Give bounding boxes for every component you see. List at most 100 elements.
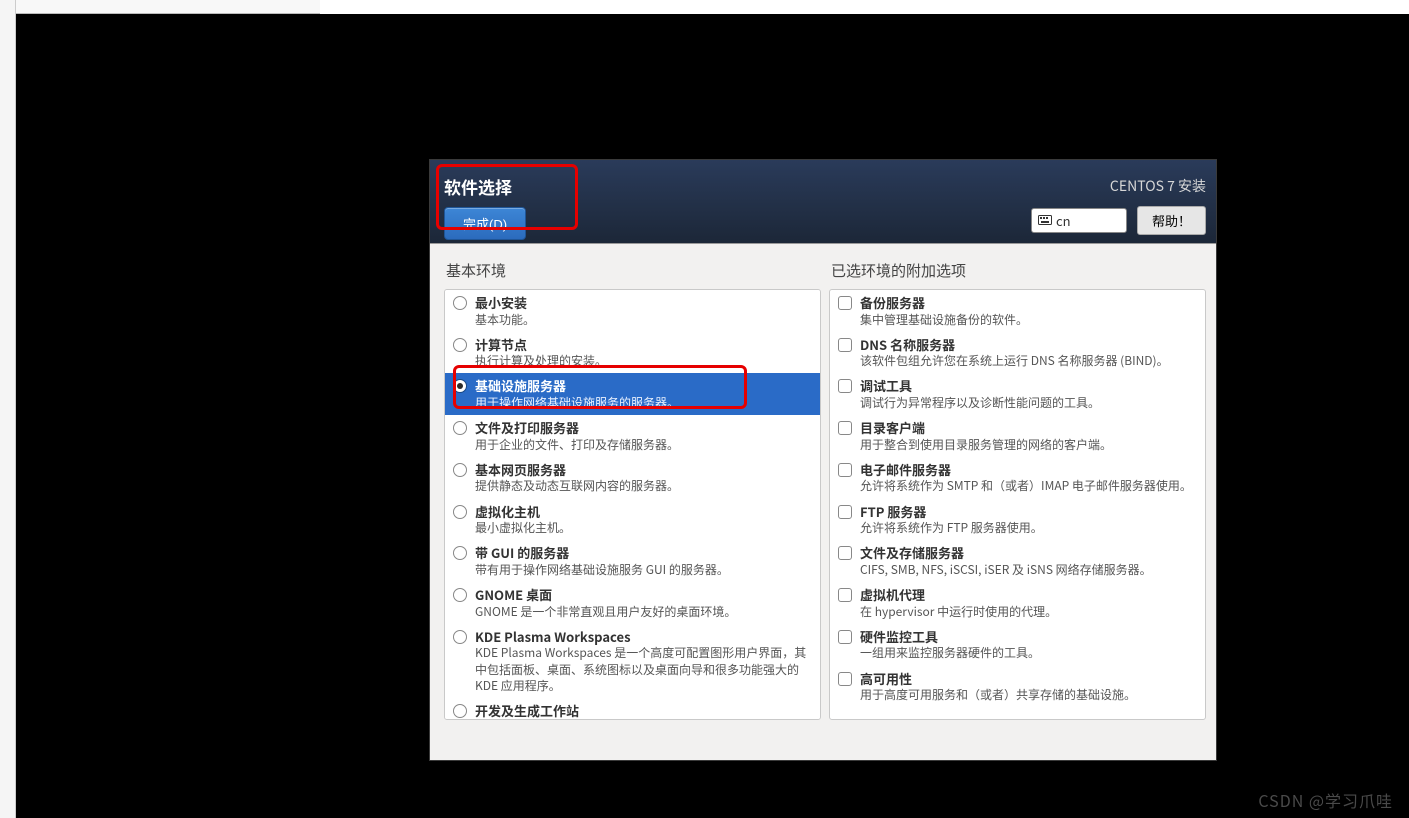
radio-icon: [453, 338, 467, 352]
addons-heading: 已选环境的附加选项: [829, 260, 1206, 281]
watermark: CSDN @学习爪哇: [1258, 788, 1393, 812]
radio-icon: [453, 546, 467, 560]
option-name: 高可用性: [860, 670, 1136, 688]
base-env-option[interactable]: 计算节点执行计算及处理的安装。: [445, 332, 820, 374]
option-name: DNS 名称服务器: [860, 336, 1169, 354]
option-name: 最小安装: [475, 294, 535, 312]
addon-option[interactable]: 备份服务器集中管理基础设施备份的软件。: [830, 290, 1205, 332]
option-desc: 用于操作网络基础设施服务的服务器。: [475, 395, 679, 411]
base-env-option[interactable]: 基础设施服务器用于操作网络基础设施服务的服务器。: [445, 373, 820, 415]
top-bar-right: CENTOS 7 安装 cn 帮助！: [1031, 176, 1206, 235]
addon-option[interactable]: 文件及存储服务器CIFS, SMB, NFS, iSCSI, iSER 及 iS…: [830, 540, 1205, 582]
radio-icon: [453, 630, 467, 644]
vm-display-background: 软件选择 完成(D) CENTOS 7 安装 cn: [16, 14, 1409, 818]
radio-icon: [453, 421, 467, 435]
radio-icon: [453, 463, 467, 477]
base-env-option[interactable]: 最小安装基本功能。: [445, 290, 820, 332]
outer-scrollbar-top: [0, 0, 320, 14]
checkbox-icon: [838, 672, 852, 686]
option-name: GNOME 桌面: [475, 586, 736, 604]
option-name: FTP 服务器: [860, 503, 1043, 521]
option-desc: 基本功能。: [475, 312, 535, 328]
base-env-heading: 基本环境: [444, 260, 821, 281]
done-button[interactable]: 完成(D): [444, 207, 526, 240]
option-name: 硬件监控工具: [860, 628, 1040, 646]
option-name: 文件及存储服务器: [860, 544, 1152, 562]
option-name: 电子邮件服务器: [860, 461, 1192, 479]
installer-window: 软件选择 完成(D) CENTOS 7 安装 cn: [430, 160, 1216, 760]
base-env-option[interactable]: 带 GUI 的服务器带有用于操作网络基础设施服务 GUI 的服务器。: [445, 540, 820, 582]
radio-icon: [453, 379, 467, 393]
radio-icon: [453, 704, 467, 718]
option-desc: 用于高度可用服务和（或者）共享存储的基础设施。: [860, 687, 1136, 703]
base-env-option[interactable]: 文件及打印服务器用于企业的文件、打印及存储服务器。: [445, 415, 820, 457]
keyboard-layout-text: cn: [1056, 211, 1071, 230]
page-title: 软件选择: [444, 174, 526, 199]
keyboard-icon: [1038, 215, 1052, 227]
option-name: 调试工具: [860, 377, 1100, 395]
option-name: KDE Plasma Workspaces: [475, 628, 814, 646]
option-desc: 允许将系统作为 FTP 服务器使用。: [860, 520, 1043, 536]
option-desc: 该软件包组允许您在系统上运行 DNS 名称服务器 (BIND)。: [860, 353, 1169, 369]
radio-icon: [453, 296, 467, 310]
option-name: 带 GUI 的服务器: [475, 544, 729, 562]
content-area: 基本环境 最小安装基本功能。计算节点执行计算及处理的安装。基础设施服务器用于操作…: [430, 244, 1216, 760]
checkbox-icon: [838, 379, 852, 393]
top-bar: 软件选择 完成(D) CENTOS 7 安装 cn: [430, 160, 1216, 244]
option-name: 计算节点: [475, 336, 607, 354]
option-desc: 调试行为异常程序以及诊断性能问题的工具。: [860, 395, 1100, 411]
distro-label: CENTOS 7 安装: [1110, 176, 1206, 196]
option-desc: 在 hypervisor 中运行时使用的代理。: [860, 604, 1057, 620]
addon-option[interactable]: 虚拟机代理在 hypervisor 中运行时使用的代理。: [830, 582, 1205, 624]
base-env-column: 基本环境 最小安装基本功能。计算节点执行计算及处理的安装。基础设施服务器用于操作…: [444, 260, 821, 720]
keyboard-layout-indicator[interactable]: cn: [1031, 208, 1127, 233]
addon-option[interactable]: 高可用性用于高度可用服务和（或者）共享存储的基础设施。: [830, 666, 1205, 708]
outer-scrollbar-left: [0, 0, 16, 818]
option-name: 备份服务器: [860, 294, 1028, 312]
addon-option[interactable]: 调试工具调试行为异常程序以及诊断性能问题的工具。: [830, 373, 1205, 415]
option-desc: 用于企业的文件、打印及存储服务器。: [475, 437, 679, 453]
base-env-option[interactable]: 虚拟化主机最小虚拟化主机。: [445, 499, 820, 541]
checkbox-icon: [838, 588, 852, 602]
addons-list[interactable]: 备份服务器集中管理基础设施备份的软件。DNS 名称服务器该软件包组允许您在系统上…: [829, 289, 1206, 720]
checkbox-icon: [838, 505, 852, 519]
title-block: 软件选择 完成(D): [444, 174, 526, 240]
checkbox-icon: [838, 421, 852, 435]
radio-icon: [453, 505, 467, 519]
option-desc: 一组用来监控服务器硬件的工具。: [860, 645, 1040, 661]
checkbox-icon: [838, 338, 852, 352]
addon-option[interactable]: 目录客户端用于整合到使用目录服务管理的网络的客户端。: [830, 415, 1205, 457]
base-env-option[interactable]: 基本网页服务器提供静态及动态互联网内容的服务器。: [445, 457, 820, 499]
help-button[interactable]: 帮助！: [1137, 206, 1206, 235]
option-desc: 集中管理基础设施备份的软件。: [860, 312, 1028, 328]
base-env-option[interactable]: 开发及生成工作站用于软件、硬件、图形或者内容开发的工作站。: [445, 698, 820, 720]
option-desc: 允许将系统作为 SMTP 和（或者）IMAP 电子邮件服务器使用。: [860, 478, 1192, 494]
option-desc: CIFS, SMB, NFS, iSCSI, iSER 及 iSNS 网络存储服…: [860, 562, 1152, 578]
option-desc: KDE Plasma Workspaces 是一个高度可配置图形用户界面，其中包…: [475, 645, 814, 694]
checkbox-icon: [838, 463, 852, 477]
radio-icon: [453, 588, 467, 602]
addon-option[interactable]: 硬件监控工具一组用来监控服务器硬件的工具。: [830, 624, 1205, 666]
option-name: 基础设施服务器: [475, 377, 679, 395]
option-name: 文件及打印服务器: [475, 419, 679, 437]
option-name: 开发及生成工作站: [475, 702, 727, 720]
option-desc: GNOME 是一个非常直观且用户友好的桌面环境。: [475, 604, 736, 620]
option-desc: 最小虚拟化主机。: [475, 520, 571, 536]
addon-option[interactable]: DNS 名称服务器该软件包组允许您在系统上运行 DNS 名称服务器 (BIND)…: [830, 332, 1205, 374]
option-desc: 用于整合到使用目录服务管理的网络的客户端。: [860, 437, 1112, 453]
option-desc: 提供静态及动态互联网内容的服务器。: [475, 478, 679, 494]
addon-option[interactable]: 电子邮件服务器允许将系统作为 SMTP 和（或者）IMAP 电子邮件服务器使用。: [830, 457, 1205, 499]
option-name: 目录客户端: [860, 419, 1112, 437]
option-name: 虚拟化主机: [475, 503, 571, 521]
addon-option[interactable]: FTP 服务器允许将系统作为 FTP 服务器使用。: [830, 499, 1205, 541]
base-env-list[interactable]: 最小安装基本功能。计算节点执行计算及处理的安装。基础设施服务器用于操作网络基础设…: [444, 289, 821, 720]
checkbox-icon: [838, 296, 852, 310]
base-env-option[interactable]: GNOME 桌面GNOME 是一个非常直观且用户友好的桌面环境。: [445, 582, 820, 624]
addons-column: 已选环境的附加选项 备份服务器集中管理基础设施备份的软件。DNS 名称服务器该软…: [829, 260, 1206, 720]
checkbox-icon: [838, 630, 852, 644]
option-name: 虚拟机代理: [860, 586, 1057, 604]
option-desc: 执行计算及处理的安装。: [475, 353, 607, 369]
base-env-option[interactable]: KDE Plasma WorkspacesKDE Plasma Workspac…: [445, 624, 820, 698]
option-name: 基本网页服务器: [475, 461, 679, 479]
checkbox-icon: [838, 546, 852, 560]
